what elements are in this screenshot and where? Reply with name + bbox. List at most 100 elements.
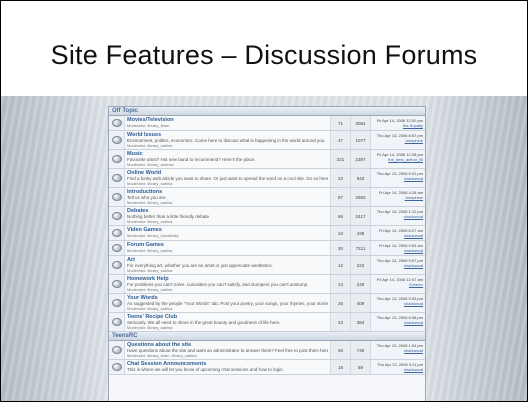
forum-moderator[interactable]: Moderator: library_sabina (127, 200, 328, 205)
forum-row[interactable]: Teens' Recipe Club Seriously. We all need… (109, 313, 425, 332)
forum-row[interactable]: Video Games Moderator: library_lovedbaby 3… (109, 226, 425, 241)
forum-posts-count: 2397 (351, 150, 371, 168)
forum-topics-count: 46 (331, 341, 351, 359)
forum-info: Art For everything art, whether you are a… (125, 256, 331, 274)
forum-row[interactable]: Debates Nothing better than a little frie… (109, 207, 425, 226)
forum-row[interactable]: Your Words As suggested by the people "Yo… (109, 294, 425, 313)
last-post-author-link[interactable]: shadowcat (373, 233, 423, 238)
forum-info: Introductions Tell us who you are. Moderat… (125, 188, 331, 206)
forum-row[interactable]: Questions about the site Have questions a… (109, 341, 425, 360)
forum-topics-count: 47 (331, 131, 351, 149)
forum-status-icon-cell (109, 360, 125, 374)
forum-status-icon-cell (109, 341, 125, 359)
forum-posts-count: 438 (351, 226, 371, 240)
forum-row[interactable]: Movies/Television Moderator: library_team… (109, 116, 425, 131)
forum-row[interactable]: Music Favourite artist? Hot new band to r… (109, 150, 425, 169)
forum-topics-count: 25 (331, 294, 351, 312)
forum-bubble-icon (111, 193, 122, 201)
forum-row[interactable]: Online World Find a funky web article you… (109, 169, 425, 188)
forum-moderator[interactable]: Moderator: library_team, library_sabina (127, 353, 328, 358)
forum-moderator[interactable]: Moderator: library_sabina (127, 287, 328, 292)
last-post-author-link[interactable]: shadowcat (373, 367, 423, 372)
forum-bubble-icon (111, 136, 122, 144)
forum-last-post: Fri Apr 14, 2006 12:28 pm the_best_author… (371, 150, 425, 168)
forum-status-icon-cell (109, 226, 125, 240)
forum-moderator[interactable]: Moderator: library_sabina (127, 219, 328, 224)
forum-last-post: Thu Apr 13, 2006 9:11 pm shadowcat (371, 360, 425, 374)
forum-last-post: Thu Apr 13, 2006 6:08 pm shadowcat (371, 313, 425, 331)
forum-moderator[interactable]: Moderator: library_sabina (127, 325, 328, 330)
forum-moderator[interactable]: Moderator: library_sabina (127, 268, 328, 273)
forum-topics-count: 87 (331, 188, 351, 206)
slide: Site Features – Discussion Forums Off To… (0, 0, 528, 402)
forum-bubble-icon (111, 346, 122, 354)
forum-row[interactable]: Introductions Tell us who you are. Moderat… (109, 188, 425, 207)
forum-posts-count: 409 (351, 294, 371, 312)
forum-bubble-icon (111, 244, 122, 252)
forum-moderator[interactable]: Moderator: library_andrew (127, 162, 328, 167)
forum-topics-count: 15 (331, 360, 351, 374)
forum-row[interactable]: Chat Session Announcements This is where … (109, 360, 425, 375)
forum-moderator[interactable]: Moderator: library_sabina (127, 143, 328, 148)
last-post-author-link[interactable]: Josephine (373, 195, 423, 200)
last-post-author-link[interactable]: shadowcat (373, 248, 423, 253)
forum-last-post: Thu Apr 13, 2006 9:33 pm shadowcat (371, 294, 425, 312)
forum-posts-count: 59 (351, 360, 371, 374)
forum-bubble-icon (111, 299, 122, 307)
last-post-author-link[interactable]: shadowcat (373, 301, 423, 306)
forum-posts-count: 2417 (351, 207, 371, 225)
forum-status-icon-cell (109, 313, 125, 331)
category-header[interactable]: TeensRC (109, 332, 425, 341)
last-post-author-link[interactable]: shadowcat (373, 320, 423, 325)
forum-bubble-icon (111, 119, 122, 127)
forum-moderator[interactable]: Moderator: library_sabina (127, 306, 328, 311)
forum-moderator[interactable]: Moderator: library_sabina (127, 181, 328, 186)
forum-info: Video Games Moderator: library_lovedbaby (125, 226, 331, 240)
forum-info: Questions about the site Have questions a… (125, 341, 331, 359)
forum-last-post: Fri Apr 14, 2006 9:53 am shadowcat (371, 241, 425, 255)
forum-row[interactable]: Art For everything art, whether you are a… (109, 256, 425, 275)
forum-last-post: Thu Apr 13, 2006 1:12 pm shadowcat (371, 207, 425, 225)
last-post-author-link[interactable]: the.Supafly (373, 123, 423, 128)
last-post-author-link[interactable]: Scherer (373, 282, 423, 287)
slide-title: Site Features – Discussion Forums (50, 40, 478, 70)
last-post-author-link[interactable]: Josephine (373, 138, 423, 143)
forum-row[interactable]: Homework Help For problems you can't solv… (109, 275, 425, 294)
forum-info: Teens' Recipe Club Seriously. We all need… (125, 313, 331, 331)
forum-status-icon-cell (109, 150, 125, 168)
forum-topics-count: 43 (331, 313, 351, 331)
last-post-author-link[interactable]: shadowcat (373, 176, 423, 181)
forum-moderator[interactable]: Moderator: library_team (127, 123, 328, 128)
forum-posts-count: 3064 (351, 116, 371, 130)
last-post-author-link[interactable]: shadowcat (373, 348, 423, 353)
forum-row[interactable]: Forum Games Moderator: library_sabina 30 72… (109, 241, 425, 256)
forum-info: Forum Games Moderator: library_sabina (125, 241, 331, 255)
forum-bubble-icon (111, 363, 122, 371)
forum-status-icon-cell (109, 131, 125, 149)
forum-bubble-icon (111, 212, 122, 220)
forum-info: World Issues Environment, politics, econo… (125, 131, 331, 149)
last-post-author-link[interactable]: shadowcat (373, 263, 423, 268)
forum-moderator[interactable]: Moderator: library_sabina (127, 248, 328, 253)
last-post-author-link[interactable]: the_best_author_Bl (373, 157, 423, 162)
forum-status-icon-cell (109, 169, 125, 187)
category-header[interactable]: Off Topic (109, 107, 425, 116)
forum-status-icon-cell (109, 275, 125, 293)
forum-posts-count: 222 (351, 256, 371, 274)
forum-topics-count: 23 (331, 169, 351, 187)
forum-posts-count: 384 (351, 313, 371, 331)
forum-bubble-icon (111, 155, 122, 163)
forum-bubble-icon (111, 174, 122, 182)
last-post-author-link[interactable]: shadowcat (373, 214, 423, 219)
forum-topics-count: 12 (331, 256, 351, 274)
forum-info: Your Words As suggested by the people "Yo… (125, 294, 331, 312)
forum-info: Debates Nothing better than a little frie… (125, 207, 331, 225)
forum-status-icon-cell (109, 294, 125, 312)
forum-row[interactable]: World Issues Environment, politics, econo… (109, 131, 425, 150)
forum-bubble-icon (111, 229, 122, 237)
forum-description: This is where we will let you know of up… (127, 367, 284, 372)
forum-last-post: Fri Apr 14, 2006 12:00 pm the.Supafly (371, 116, 425, 130)
forum-moderator[interactable]: Moderator: library_lovedbaby (127, 233, 328, 238)
forum-last-post: Fri Apr 14, 2006 6:27 am shadowcat (371, 226, 425, 240)
forum-last-post: Thu Apr 13, 2006 9:57 pm shadowcat (371, 256, 425, 274)
